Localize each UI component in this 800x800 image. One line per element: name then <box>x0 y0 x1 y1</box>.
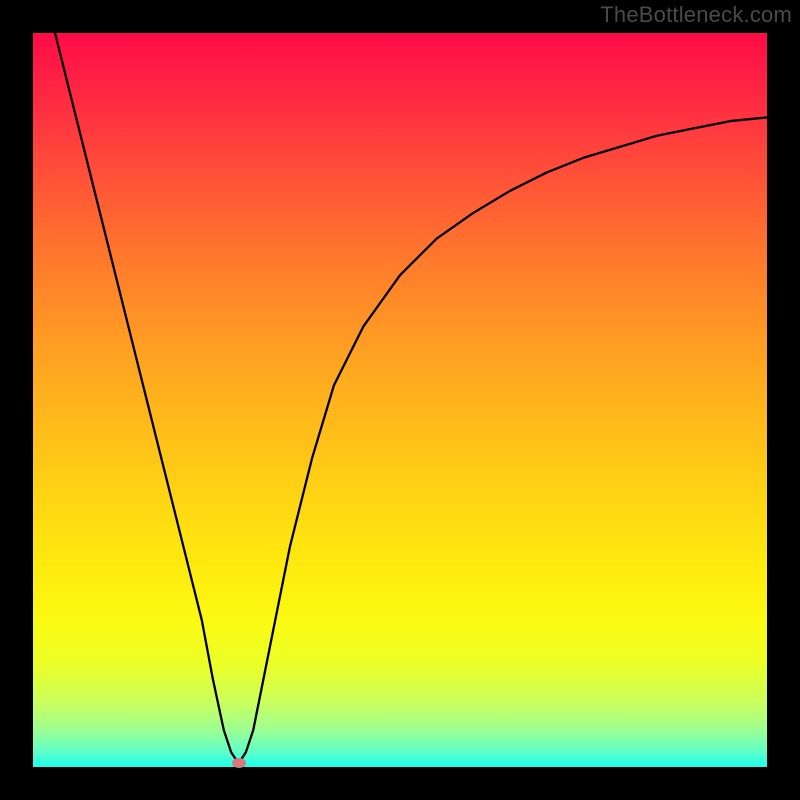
plot-area <box>33 33 767 767</box>
dip-marker <box>232 758 246 768</box>
curve-line <box>33 33 767 767</box>
chart-frame: TheBottleneck.com <box>0 0 800 800</box>
watermark-text: TheBottleneck.com <box>600 2 792 28</box>
